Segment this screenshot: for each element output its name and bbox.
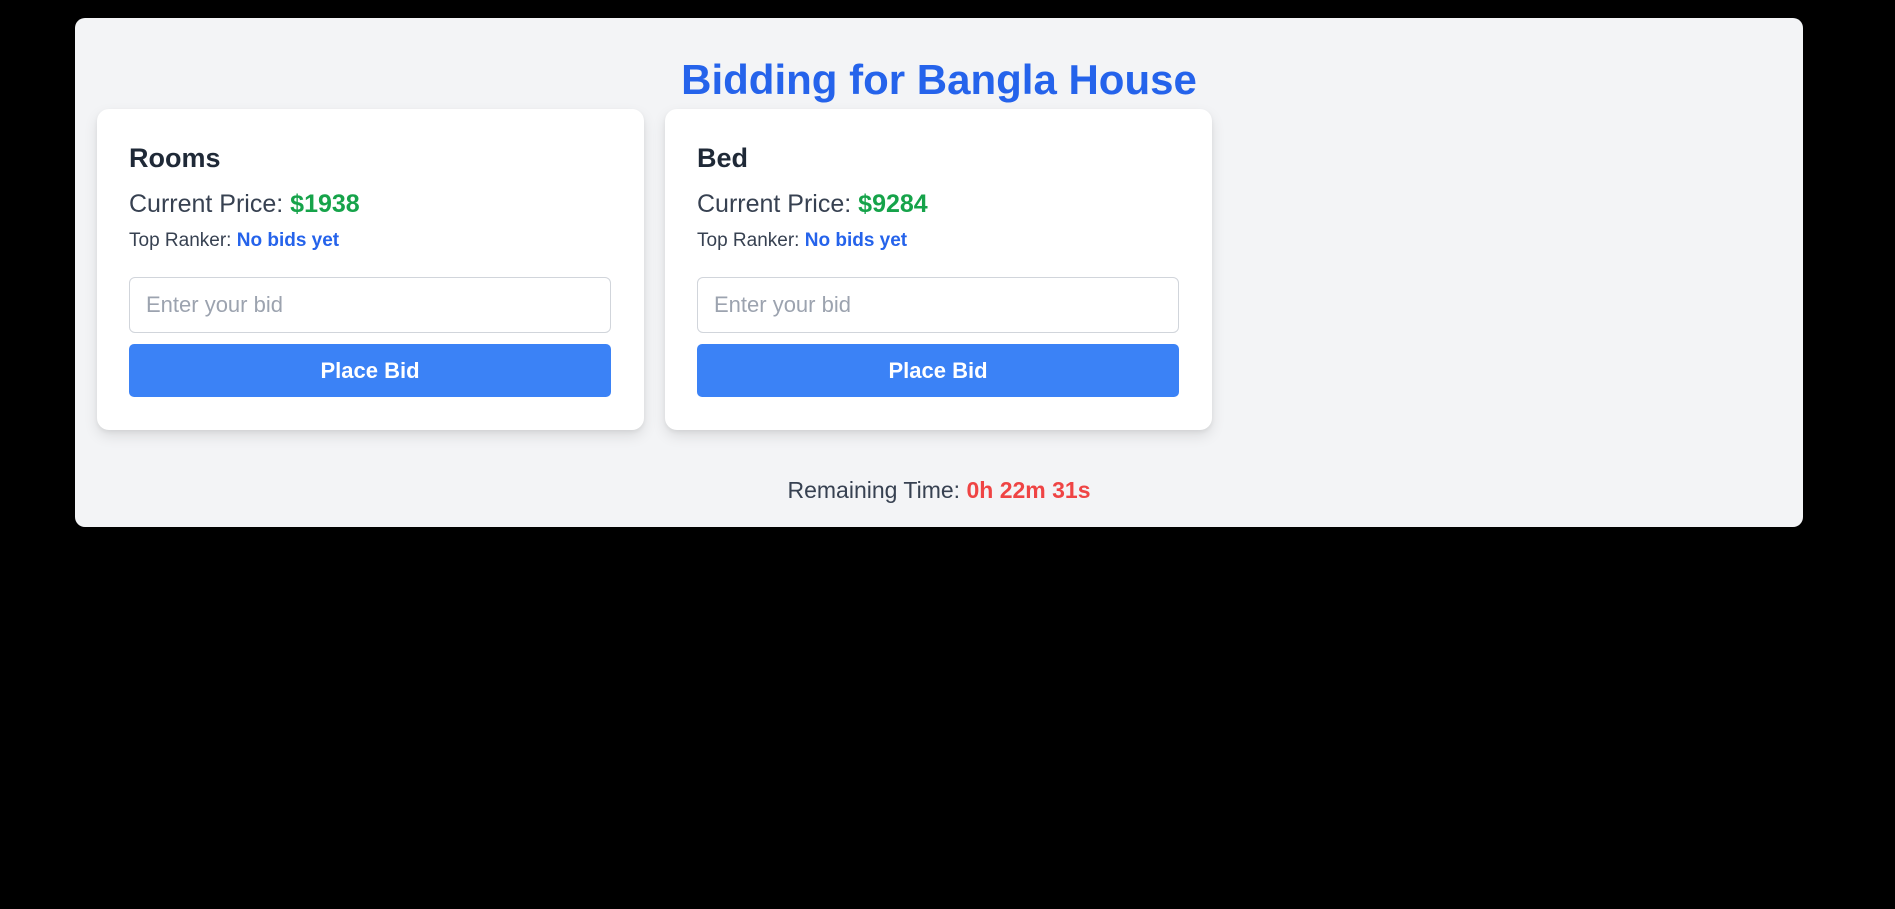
item-card-rooms: Rooms Current Price: $1938 Top Ranker: N… bbox=[97, 109, 644, 430]
current-price-row: Current Price: $9284 bbox=[697, 187, 928, 221]
top-ranker-label: Top Ranker: bbox=[697, 230, 805, 251]
place-bid-button[interactable]: Place Bid bbox=[697, 344, 1179, 397]
top-ranker-row: Top Ranker: No bids yet bbox=[697, 228, 907, 254]
place-bid-button[interactable]: Place Bid bbox=[129, 344, 611, 397]
bid-input[interactable] bbox=[697, 277, 1179, 333]
top-ranker-row: Top Ranker: No bids yet bbox=[129, 228, 339, 254]
page-title: Bidding for Bangla House bbox=[681, 56, 1197, 103]
item-name: Rooms bbox=[129, 143, 221, 173]
current-price-value: $1938 bbox=[290, 190, 360, 218]
remaining-time: Remaining Time: 0h 22m 31s bbox=[75, 474, 1803, 506]
remaining-time-label: Remaining Time: bbox=[787, 477, 967, 503]
remaining-time-value: 0h 22m 31s bbox=[966, 477, 1091, 503]
item-card-bed: Bed Current Price: $9284 Top Ranker: No … bbox=[665, 109, 1212, 430]
current-price-label: Current Price: bbox=[697, 190, 859, 218]
current-price-value: $9284 bbox=[858, 190, 928, 218]
current-price-label: Current Price: bbox=[129, 190, 291, 218]
top-ranker-label: Top Ranker: bbox=[129, 230, 237, 251]
bidding-panel: Bidding for Bangla House Rooms Current P… bbox=[75, 18, 1803, 527]
current-price-row: Current Price: $1938 bbox=[129, 187, 360, 221]
top-ranker-value: No bids yet bbox=[236, 230, 340, 251]
bid-input[interactable] bbox=[129, 277, 611, 333]
item-name: Bed bbox=[697, 143, 749, 173]
top-ranker-value: No bids yet bbox=[804, 230, 908, 251]
